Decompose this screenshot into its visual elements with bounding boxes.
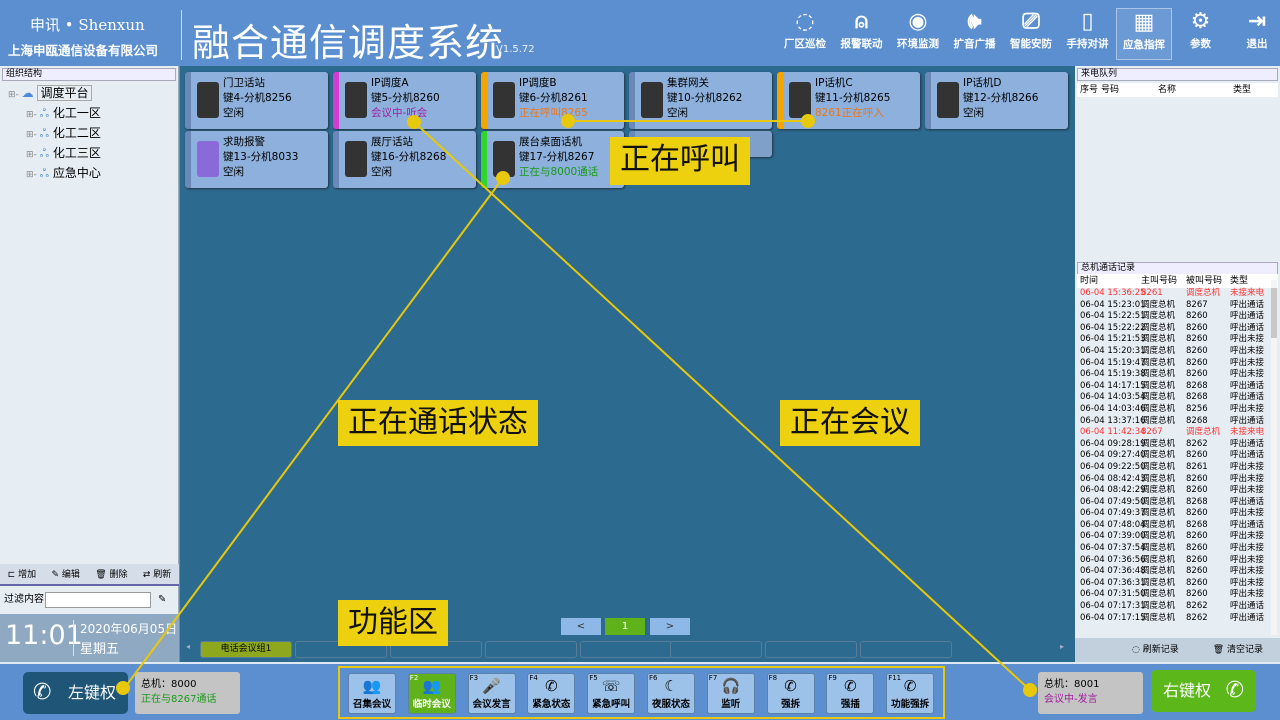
annotation-dot xyxy=(801,114,815,128)
annotation-calling: 正在呼叫 xyxy=(610,137,750,185)
annotation-meeting: 正在会议 xyxy=(780,400,920,446)
annotation-dot xyxy=(496,171,510,185)
annotation-dot xyxy=(1023,683,1037,697)
annotation-function-area: 功能区 xyxy=(338,600,448,646)
annotation-dot xyxy=(116,681,130,695)
annotation-dot xyxy=(407,115,421,129)
annotation-talking: 正在通话状态 xyxy=(338,400,538,446)
annotation-dot xyxy=(561,114,575,128)
annotation-overlay xyxy=(116,114,1037,697)
